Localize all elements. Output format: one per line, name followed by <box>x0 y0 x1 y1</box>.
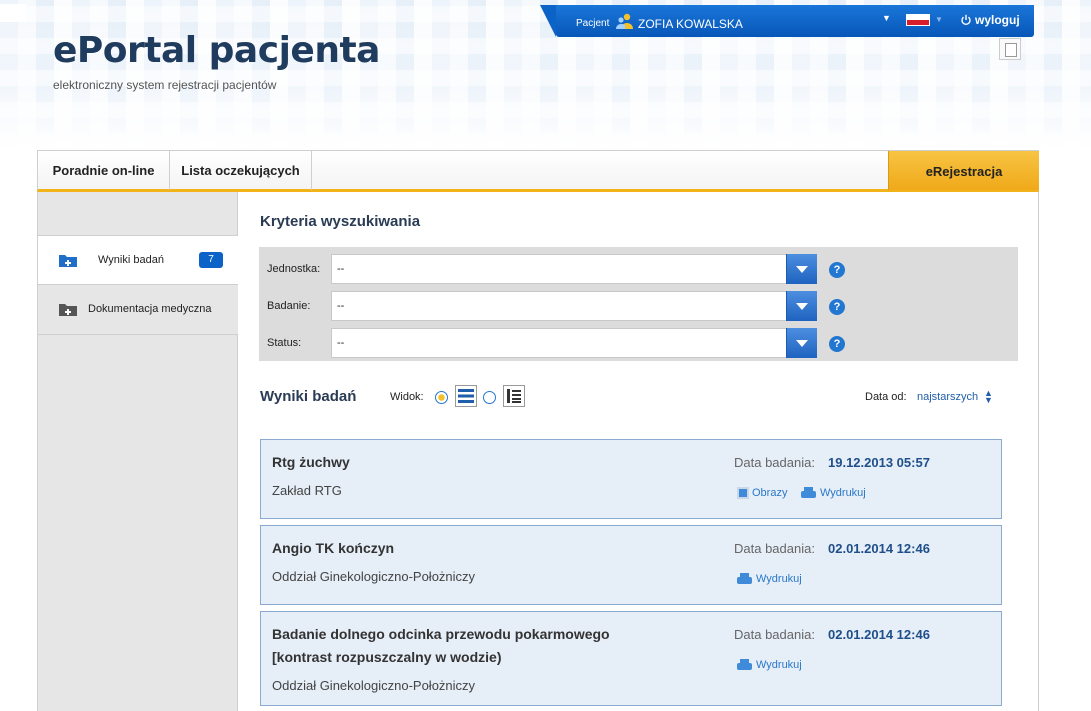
criteria-row-status: Status: -- ? <box>259 328 1018 358</box>
images-label: Obrazy <box>752 487 788 499</box>
sidebar-item-dokumentacja[interactable]: Dokumentacja medyczna <box>38 285 238 335</box>
status-dropdown-button[interactable] <box>786 328 817 358</box>
result-unit: Oddział Ginekologiczno-Położniczy <box>272 569 476 584</box>
sidebar-item-wyniki-badan[interactable]: Wyniki badań 7 <box>38 235 238 285</box>
view-label: Widok: <box>390 391 424 403</box>
badanie-dropdown-button[interactable] <box>786 291 817 321</box>
print-label: Wydrukuj <box>820 487 866 499</box>
logout-button[interactable]: wyloguj <box>960 13 1020 27</box>
printer-icon <box>801 487 817 499</box>
badanie-select[interactable]: -- <box>331 291 817 321</box>
print-label: Wydrukuj <box>756 573 802 585</box>
help-icon[interactable]: ? <box>829 299 845 315</box>
help-icon[interactable]: ? <box>829 336 845 352</box>
result-date: 02.01.2014 12:46 <box>828 627 930 642</box>
result-date-label: Data badania: <box>734 541 815 556</box>
language-chevron-down-icon[interactable]: ▼ <box>935 15 943 24</box>
printer-icon <box>737 573 753 585</box>
result-card[interactable]: Rtg żuchwy Zakład RTG Data badania: 19.1… <box>260 439 1002 519</box>
sort-order-link[interactable]: najstarszych <box>917 391 978 403</box>
jednostka-dropdown-button[interactable] <box>786 254 817 284</box>
print-link[interactable]: Wydrukuj <box>737 573 802 585</box>
document-icon[interactable] <box>999 38 1021 60</box>
sidebar-item-label: Wyniki badań <box>98 254 164 266</box>
medical-folder-icon <box>59 255 77 267</box>
field-label: Status: <box>267 337 302 349</box>
print-link[interactable]: Wydrukuj <box>737 659 802 671</box>
criteria-title: Kryteria wyszukiwania <box>260 213 421 230</box>
results-count-badge: 7 <box>199 252 223 268</box>
print-label: Wydrukuj <box>756 659 802 671</box>
app-title: ePortal pacjenta <box>53 30 380 71</box>
result-date-label: Data badania: <box>734 627 815 642</box>
status-select[interactable]: -- <box>331 328 817 358</box>
field-label: Badanie: <box>267 300 311 312</box>
users-icon <box>616 13 633 29</box>
tab-lista-oczekujacych[interactable]: Lista oczekujących <box>170 151 312 190</box>
app-subtitle: elektroniczny system rejestracji pacjent… <box>53 78 277 92</box>
print-link[interactable]: Wydrukuj <box>801 487 866 499</box>
images-link[interactable]: Obrazy <box>737 487 787 499</box>
patient-label: Pacjent <box>576 18 610 29</box>
top-user-bar: Pacjent ZOFIA KOWALSKA ▼ ▼ wyloguj <box>540 5 1034 37</box>
result-date-label: Data badania: <box>734 455 815 470</box>
tab-poradnie-online[interactable]: Poradnie on-line <box>38 151 170 190</box>
result-unit: Oddział Ginekologiczno-Położniczy <box>272 678 476 693</box>
criteria-row-badanie: Badanie: -- ? <box>259 291 1018 321</box>
result-title: Rtg żuchwy <box>272 454 350 470</box>
patient-name[interactable]: ZOFIA KOWALSKA <box>638 17 743 31</box>
poland-flag-icon[interactable] <box>906 14 930 26</box>
logout-label: wyloguj <box>975 13 1020 27</box>
sidebar-item-label: Dokumentacja medyczna <box>88 303 212 315</box>
printer-icon <box>737 659 753 671</box>
sort-label: Data od: <box>865 391 907 403</box>
field-label: Jednostka: <box>267 263 321 275</box>
criteria-panel: Jednostka: -- ? Badanie: -- ? Status: --… <box>259 247 1018 361</box>
medical-folder-icon <box>59 304 77 316</box>
criteria-row-jednostka: Jednostka: -- ? <box>259 254 1018 284</box>
result-card[interactable]: Badanie dolnego odcinka przewodu pokarmo… <box>260 611 1002 706</box>
tab-erejestracja[interactable]: eRejestracja <box>888 151 1039 190</box>
result-title-line-2: [kontrast rozpuszczalny w wodzie) <box>272 649 502 665</box>
sort-icon[interactable]: ▲ ▼ <box>984 389 993 405</box>
result-card[interactable]: Angio TK kończyn Oddział Ginekologiczno-… <box>260 525 1002 605</box>
chevron-down-icon[interactable]: ▼ <box>882 13 891 23</box>
image-icon <box>737 487 749 499</box>
main-tabs: Poradnie on-line Lista oczekujących eRej… <box>37 150 1039 192</box>
help-icon[interactable]: ? <box>829 262 845 278</box>
corner-white-box <box>0 4 26 22</box>
view-list-radio[interactable] <box>435 391 448 404</box>
result-date: 19.12.2013 05:57 <box>828 455 930 470</box>
table-view-icon[interactable] <box>503 385 525 407</box>
view-table-radio[interactable] <box>483 391 496 404</box>
result-title: Badanie dolnego odcinka przewodu pokarmo… <box>272 626 610 642</box>
sidebar: Wyniki badań 7 Dokumentacja medyczna <box>37 192 238 711</box>
list-view-icon[interactable] <box>455 385 477 407</box>
power-icon <box>961 14 971 26</box>
result-title: Angio TK kończyn <box>272 540 395 556</box>
result-unit: Zakład RTG <box>272 483 342 498</box>
jednostka-select[interactable]: -- <box>331 254 817 284</box>
results-title: Wyniki badań <box>260 388 357 405</box>
result-date: 02.01.2014 12:46 <box>828 541 930 556</box>
main-content: Kryteria wyszukiwania Jednostka: -- ? Ba… <box>238 192 1039 711</box>
